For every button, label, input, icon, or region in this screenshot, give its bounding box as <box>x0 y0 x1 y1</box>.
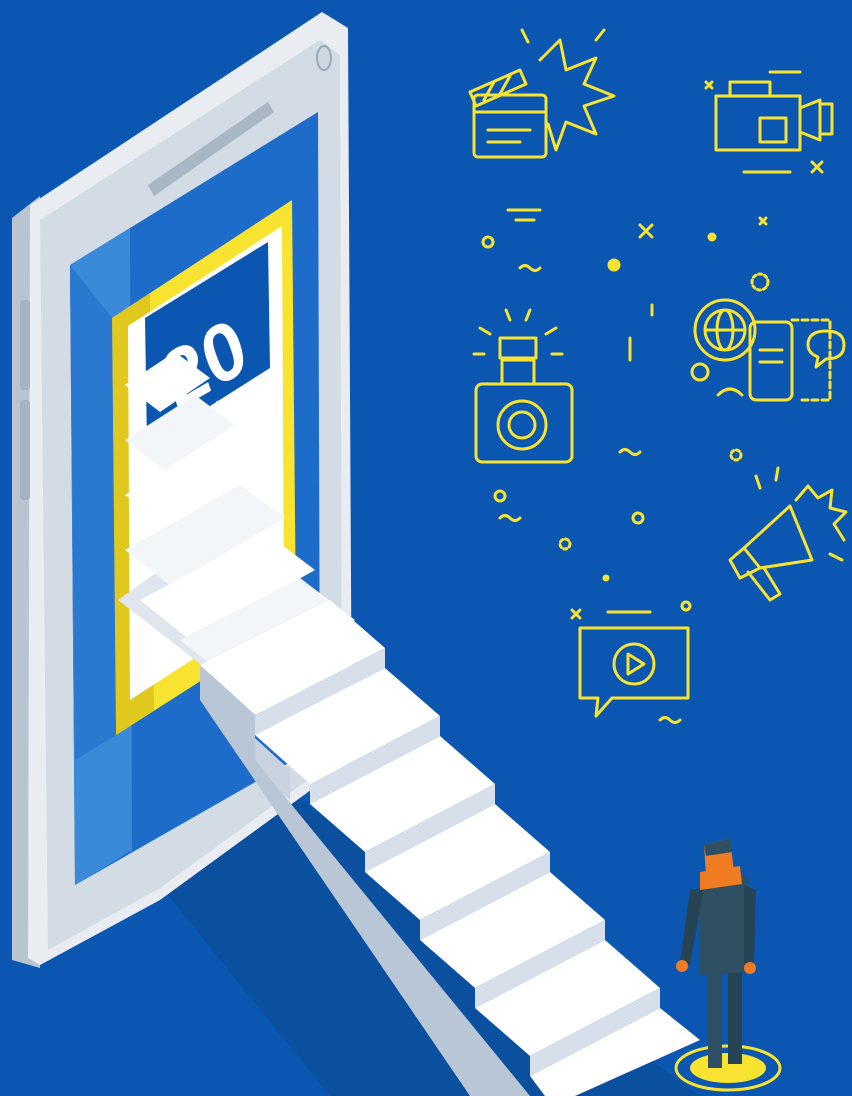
phone-side-button-1 <box>20 300 30 390</box>
person-hand-left <box>676 960 688 972</box>
person-leg-right <box>728 960 742 1064</box>
phone-camera <box>316 45 332 71</box>
phone-side-button-2 <box>20 400 30 500</box>
person-leg-left <box>708 960 722 1068</box>
door-wall-blue <box>70 265 116 760</box>
person-arm-right <box>744 885 756 965</box>
person-hand-right <box>744 962 756 974</box>
illustration-scene: 20 minutos <box>0 0 852 1096</box>
